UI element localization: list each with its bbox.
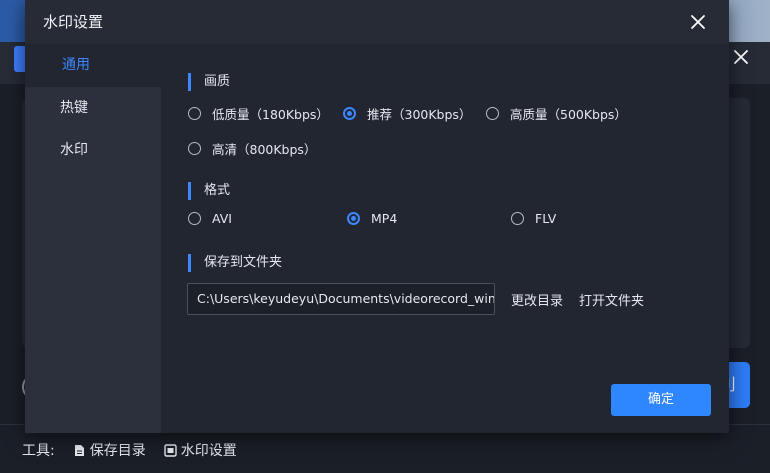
confirm-button[interactable]: 确定 [611, 384, 711, 416]
quality-option-recommended[interactable]: 推荐（300Kbps） [343, 104, 471, 123]
radio-icon [511, 212, 524, 225]
folder-section-title: 保存到文件夹 [188, 254, 282, 272]
quality-option-hd-label: 高清（800Kbps） [212, 142, 317, 157]
nav-item-general[interactable]: 通用 [25, 44, 161, 86]
dialog-close-button[interactable] [685, 9, 711, 35]
dialog-title: 水印设置 [43, 13, 104, 31]
save-dir-label: 保存目录 [89, 443, 146, 459]
quality-option-high-label: 高质量（500Kbps） [510, 107, 627, 122]
settings-content: 画质 低质量（180Kbps） 推荐（300Kbps） 高质量（500Kbps）… [161, 44, 729, 433]
radio-icon [188, 212, 201, 225]
radio-icon [486, 107, 499, 120]
settings-side-nav: 通用 热键 水印 [25, 44, 161, 433]
quality-section-title: 画质 [188, 73, 230, 91]
radio-icon [188, 142, 201, 155]
close-icon [691, 15, 705, 29]
radio-icon [188, 107, 201, 120]
format-option-flv[interactable]: FLV [511, 211, 556, 226]
settings-dialog: 水印设置 通用 热键 水印 画质 低质量（180Kbps） 推荐（300Kbps… [25, 0, 729, 433]
bottom-toolbar: 工具: 保存目录 水印设置 [22, 440, 237, 460]
quality-option-hd[interactable]: 高清（800Kbps） [188, 139, 316, 158]
format-option-flv-label: FLV [535, 211, 557, 226]
format-option-mp4[interactable]: MP4 [347, 211, 397, 226]
radio-checked-icon [343, 107, 356, 120]
nav-item-hotkey[interactable]: 热键 [25, 87, 161, 129]
quality-option-high[interactable]: 高质量（500Kbps） [486, 104, 627, 123]
quality-option-recommended-label: 推荐（300Kbps） [367, 107, 472, 122]
watermark-icon [164, 443, 177, 457]
format-option-avi[interactable]: AVI [188, 211, 232, 226]
open-folder-button[interactable]: 打开文件夹 [579, 290, 644, 309]
nav-item-watermark[interactable]: 水印 [25, 129, 161, 171]
format-option-mp4-label: MP4 [371, 211, 398, 226]
toolbar-label: 工具: [22, 443, 55, 459]
document-icon [74, 444, 84, 456]
dialog-title-bar: 水印设置 [25, 0, 729, 44]
format-section-title: 格式 [188, 182, 230, 200]
main-close-icon-svg [734, 50, 748, 64]
quality-option-low-label: 低质量（180Kbps） [212, 107, 329, 122]
watermark-settings-button[interactable]: 水印设置 [164, 440, 237, 460]
radio-checked-icon [347, 212, 360, 225]
quality-option-low[interactable]: 低质量（180Kbps） [188, 104, 329, 123]
save-dir-button[interactable]: 保存目录 [73, 440, 146, 460]
change-dir-button[interactable]: 更改目录 [511, 290, 563, 309]
main-close-icon[interactable] [730, 48, 752, 70]
format-option-avi-label: AVI [212, 211, 232, 226]
watermark-settings-label: 水印设置 [180, 443, 237, 459]
save-path-input[interactable]: C:\Users\keyudeyu\Documents\videorecord_… [187, 283, 495, 315]
